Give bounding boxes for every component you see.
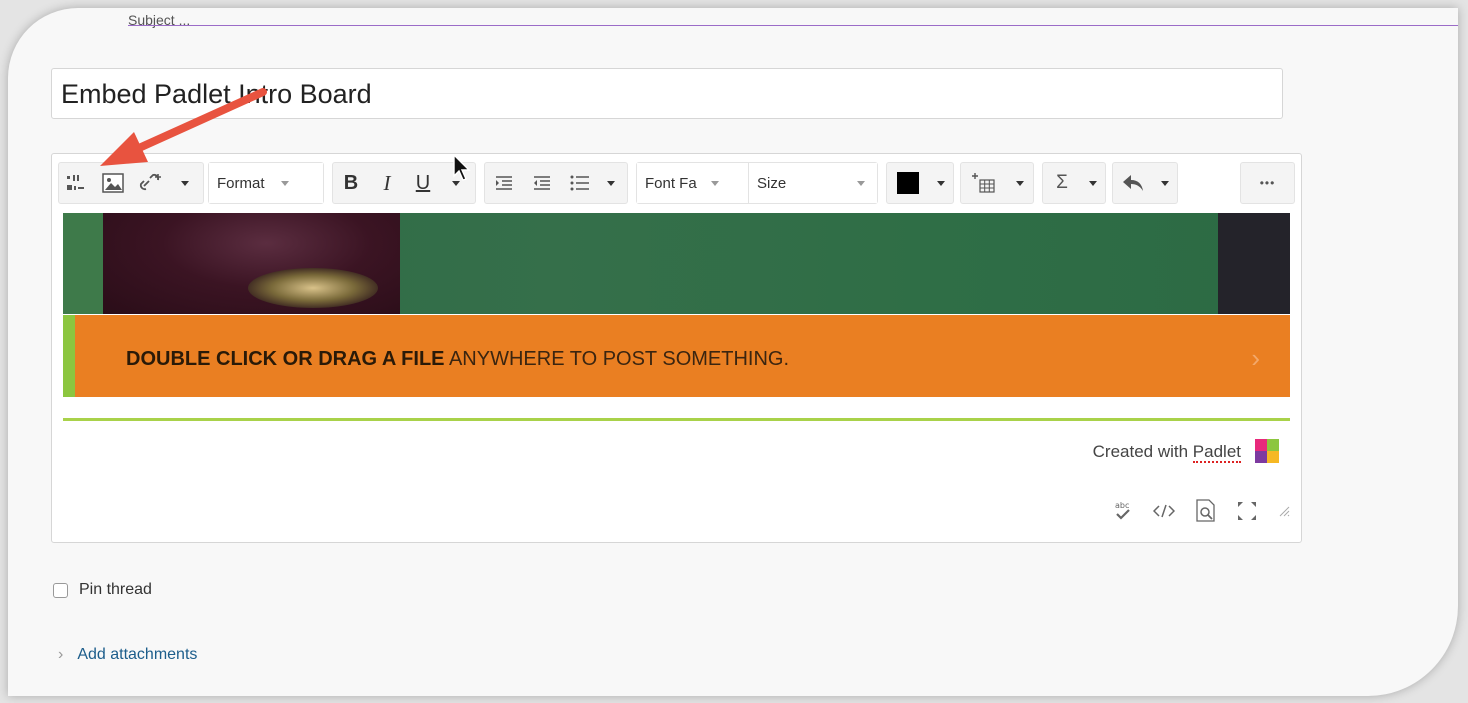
chevron-right-icon: ›	[58, 646, 64, 663]
resize-handle-icon[interactable]	[1277, 504, 1291, 518]
chevron-down-icon	[181, 180, 189, 186]
chevron-down-icon	[1089, 180, 1097, 186]
color-swatch	[897, 172, 919, 194]
board-footer-line	[63, 418, 1290, 421]
undo-button[interactable]	[1113, 163, 1153, 203]
created-prefix: Created with	[1092, 442, 1193, 461]
insert-image-button[interactable]	[95, 163, 131, 203]
list-icon	[570, 175, 589, 191]
more-group: •••	[1240, 162, 1295, 204]
indent-icon	[496, 176, 512, 190]
outdent-button[interactable]	[523, 163, 561, 203]
banner-text: DOUBLE CLICK OR DRAG A FILE ANYWHERE TO …	[126, 348, 789, 371]
bold-button[interactable]: B	[333, 163, 369, 203]
chevron-down-icon	[710, 180, 719, 186]
title-input[interactable]: Embed Padlet Intro Board	[51, 68, 1283, 119]
editor-toolbar: Format B I U Font Fa Size Σ •••	[58, 160, 1295, 206]
photo-object	[248, 268, 378, 308]
padlet-logo-icon	[1255, 439, 1279, 463]
more-actions-button[interactable]: •••	[1241, 163, 1294, 203]
font-family-select[interactable]: Font Fa	[637, 163, 749, 203]
embed-media-icon	[67, 175, 84, 190]
chevron-down-icon	[1016, 180, 1024, 186]
wallpaper-edge	[63, 213, 103, 314]
equation-group: Σ	[1042, 162, 1106, 204]
divider	[128, 25, 1458, 26]
format-label: Format	[217, 174, 265, 192]
banner-bold-text: DOUBLE CLICK OR DRAG A FILE	[126, 348, 445, 370]
post-prompt-banner[interactable]: DOUBLE CLICK OR DRAG A FILE ANYWHERE TO …	[63, 315, 1290, 397]
equation-dropdown[interactable]	[1081, 163, 1105, 203]
pin-thread-checkbox[interactable]	[53, 582, 68, 598]
undo-group	[1112, 162, 1178, 204]
fullscreen-icon[interactable]	[1237, 501, 1257, 521]
insert-media-group	[58, 162, 204, 204]
table-dropdown[interactable]	[1007, 163, 1033, 203]
italic-button[interactable]: I	[369, 163, 405, 203]
underline-button[interactable]: U	[405, 163, 441, 203]
created-with-text: Created with Padlet	[1092, 442, 1241, 463]
font-group: Font Fa Size	[636, 162, 878, 204]
font-size-label: Size	[757, 174, 787, 192]
banner-rest-text: ANYWHERE TO POST SOMETHING.	[444, 348, 790, 370]
media-more-dropdown[interactable]	[171, 163, 199, 203]
insert-link-button[interactable]	[131, 163, 171, 203]
mouse-cursor-icon	[453, 154, 471, 181]
table-icon	[972, 173, 995, 193]
embed-media-button[interactable]	[59, 163, 95, 203]
add-attachments-toggle[interactable]: › Add attachments	[58, 646, 197, 664]
list-more-dropdown[interactable]	[599, 163, 623, 203]
chevron-down-icon	[607, 180, 615, 186]
screenshot-frame: Subject ... Embed Padlet Intro Board For…	[0, 0, 1468, 703]
chevron-right-icon: ›	[1251, 343, 1260, 373]
insert-table-button[interactable]	[961, 163, 1007, 203]
paragraph-group	[484, 162, 628, 204]
post-photo	[103, 213, 400, 314]
pin-thread-option[interactable]: Pin thread	[53, 581, 152, 599]
chevron-down-icon	[280, 180, 289, 186]
spellcheck-icon[interactable]: abc	[1113, 500, 1133, 522]
text-color-dropdown[interactable]	[929, 163, 953, 203]
svg-text:abc: abc	[1115, 501, 1129, 510]
text-color-button[interactable]	[887, 163, 929, 203]
board-sidebar	[1218, 213, 1290, 314]
board-wallpaper	[63, 213, 1290, 314]
padlet-link[interactable]: Padlet	[1192, 442, 1241, 463]
image-icon	[102, 173, 124, 193]
format-select[interactable]: Format	[209, 163, 323, 203]
table-group	[960, 162, 1034, 204]
outdent-icon	[534, 176, 550, 190]
banner-accent	[63, 315, 75, 397]
indent-button[interactable]	[485, 163, 523, 203]
preview-icon[interactable]	[1195, 499, 1217, 523]
chevron-down-icon	[1161, 180, 1169, 186]
chevron-down-icon	[857, 180, 865, 186]
font-family-label: Font Fa	[645, 174, 697, 192]
source-code-icon[interactable]	[1153, 503, 1175, 519]
bullet-list-button[interactable]	[561, 163, 599, 203]
link-icon	[139, 173, 161, 191]
undo-dropdown[interactable]	[1153, 163, 1177, 203]
add-attachments-label[interactable]: Add attachments	[77, 646, 197, 664]
undo-icon	[1123, 175, 1143, 191]
editor-status-bar: abc	[1113, 499, 1291, 523]
embedded-padlet-board[interactable]: DOUBLE CLICK OR DRAG A FILE ANYWHERE TO …	[63, 213, 1290, 397]
rich-text-editor: Format B I U Font Fa Size Σ ••• DOUBLE C…	[51, 153, 1302, 543]
font-size-select[interactable]: Size	[749, 163, 877, 203]
pin-thread-label: Pin thread	[79, 581, 152, 598]
chevron-down-icon	[937, 180, 945, 186]
equation-button[interactable]: Σ	[1043, 163, 1081, 203]
format-group: Format	[208, 162, 324, 204]
color-group	[886, 162, 954, 204]
discussion-post-form: Subject ... Embed Padlet Intro Board For…	[8, 8, 1458, 696]
